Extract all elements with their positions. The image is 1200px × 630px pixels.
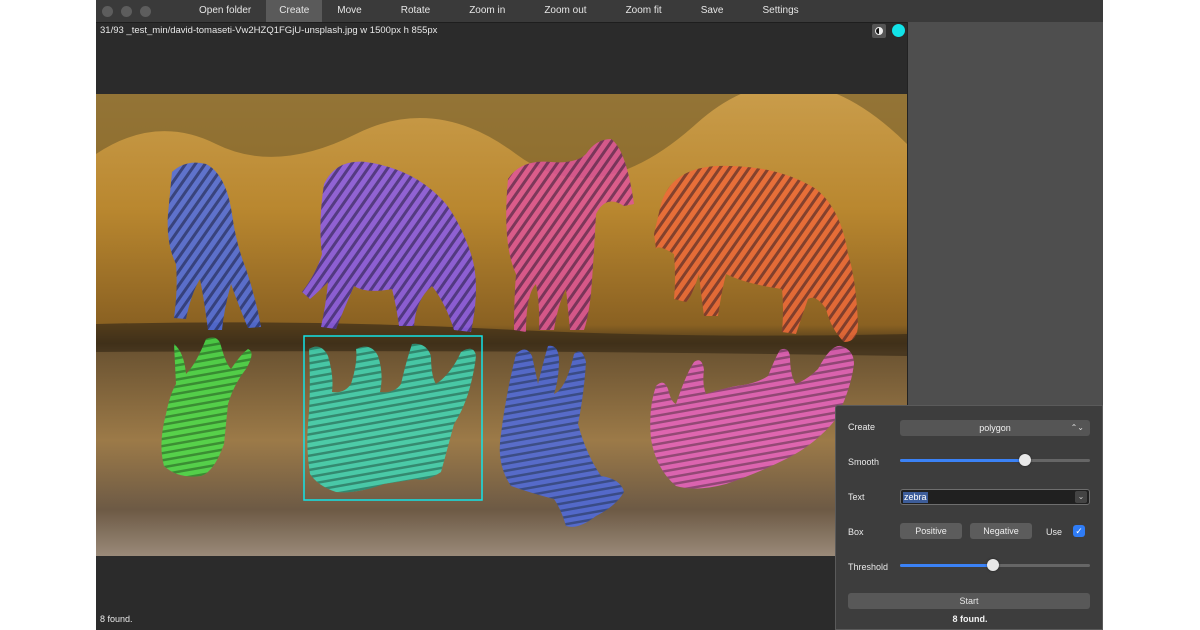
maximize-window-button[interactable] (140, 5, 151, 17)
threshold-slider-handle[interactable] (987, 559, 1000, 571)
minimize-window-button[interactable] (121, 5, 132, 17)
box-label: Box (848, 527, 864, 537)
contrast-toggle-button[interactable] (872, 24, 886, 38)
text-prompt-input[interactable]: zebra ⌄ (900, 489, 1090, 505)
status-bar: 8 found. (100, 614, 133, 624)
save-button[interactable]: Save (689, 0, 736, 22)
toolbar: Open folder Create Move Rotate Zoom in Z… (96, 0, 1103, 23)
smooth-slider-handle[interactable] (1019, 454, 1032, 466)
open-folder-button[interactable]: Open folder (187, 0, 263, 22)
window-controls (102, 5, 151, 17)
text-label: Text (848, 492, 865, 502)
create-button[interactable]: Create (266, 0, 323, 22)
smooth-label: Smooth (848, 457, 880, 467)
image-canvas[interactable] (96, 83, 907, 556)
create-label: Create (848, 422, 876, 432)
label-color-swatch[interactable] (892, 24, 905, 37)
checkmark-icon: ✓ (1075, 526, 1083, 536)
app-window: Open folder Create Move Rotate Zoom in Z… (96, 0, 1103, 630)
positive-button[interactable]: Positive (900, 523, 962, 539)
move-button[interactable]: Move (325, 0, 373, 22)
text-prompt-value: zebra (903, 492, 928, 503)
create-options-panel: Create polygon ⌃⌄ Smooth Text zebra ⌄ Bo… (835, 405, 1103, 630)
image-info: 31/93 _test_min/david-tomaseti-Vw2HZQ1FG… (100, 25, 438, 36)
create-mode-value: polygon (979, 423, 1011, 433)
chevron-updown-icon: ⌃⌄ (1070, 423, 1084, 432)
smooth-slider-fill (900, 459, 1026, 462)
use-label: Use (1046, 527, 1063, 537)
chevron-down-icon[interactable]: ⌄ (1075, 491, 1087, 503)
zoom-in-button[interactable]: Zoom in (457, 0, 517, 22)
found-count: 8 found. (952, 614, 988, 624)
smooth-slider[interactable] (900, 454, 1090, 466)
create-mode-select[interactable]: polygon ⌃⌄ (900, 420, 1090, 436)
negative-button[interactable]: Negative (970, 523, 1032, 539)
contrast-icon (875, 27, 883, 35)
rotate-button[interactable]: Rotate (389, 0, 442, 22)
annotated-photo (96, 83, 907, 556)
use-checkbox[interactable]: ✓ (1073, 525, 1085, 537)
close-window-button[interactable] (102, 5, 113, 17)
threshold-label: Threshold (848, 562, 889, 572)
start-button[interactable]: Start (848, 593, 1090, 609)
threshold-slider-fill (900, 564, 994, 567)
threshold-slider[interactable] (900, 559, 1090, 571)
zoom-out-button[interactable]: Zoom out (532, 0, 598, 22)
settings-button[interactable]: Settings (751, 0, 811, 22)
zoom-fit-button[interactable]: Zoom fit (614, 0, 674, 22)
